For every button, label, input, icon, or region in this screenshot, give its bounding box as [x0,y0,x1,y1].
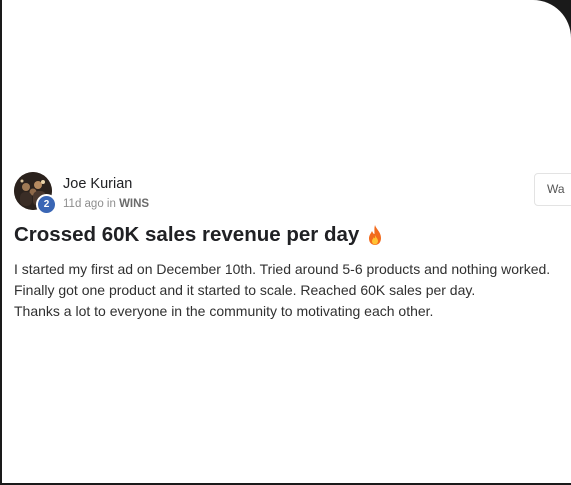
post-title-row: Crossed 60K sales revenue per day [14,223,384,247]
screen: 2 Joe Kurian 11d ago in WINS Wa Crossed … [0,0,571,485]
post-meta: Joe Kurian 11d ago in WINS [63,171,149,212]
post-body-line: I started my first ad on December 10th. … [14,261,551,277]
category-link[interactable]: WINS [119,198,149,210]
fire-icon [369,225,382,245]
post-header: 2 Joe Kurian 11d ago in WINS [14,171,149,215]
post-body-line: Thanks a lot to everyone in the communit… [14,303,434,319]
post-body-line: Finally got one product and it started t… [14,282,476,298]
avatar-wrapper[interactable]: 2 [14,172,57,215]
post-card: 2 Joe Kurian 11d ago in WINS Wa Crossed … [2,0,571,483]
post-body: I started my first ad on December 10th. … [14,259,566,322]
side-button[interactable]: Wa [534,173,571,206]
level-badge: 2 [36,194,57,215]
post-title: Crossed 60K sales revenue per day [14,223,360,246]
time-ago: 11d ago in [63,198,120,210]
post-subtitle: 11d ago in WINS [63,196,149,212]
author-name[interactable]: Joe Kurian [63,175,149,193]
